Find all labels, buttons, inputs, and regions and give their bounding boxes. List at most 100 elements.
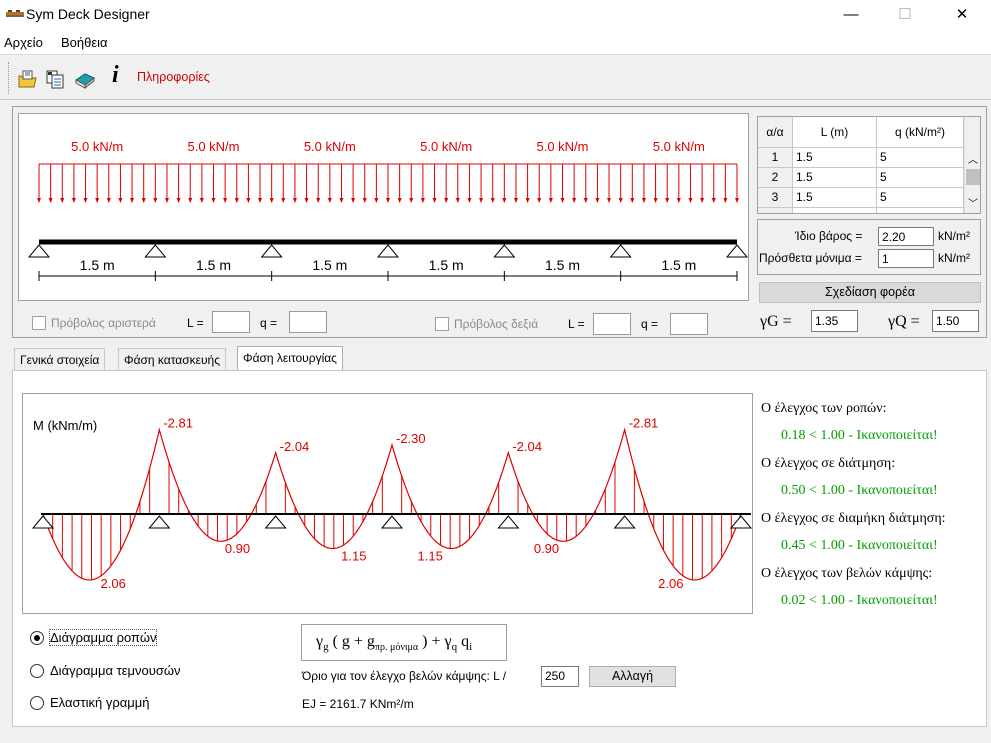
tab-general[interactable]: Γενικά στοιχεία [14,348,106,372]
load-arrowhead [641,198,646,203]
load-arrowhead [188,198,193,203]
load-arrowhead [234,198,239,203]
table-cell-length[interactable]: 1.5 [793,148,877,168]
load-arrowhead [397,198,402,203]
formula-close: ) + γ [422,633,452,650]
load-arrowhead [269,198,274,203]
shear-diagram-radio[interactable] [30,664,44,678]
support-icon [609,244,632,258]
right-cantilever-q-input[interactable] [670,313,708,335]
load-arrowhead [362,198,367,203]
support-icon [613,515,636,529]
load-arrowhead [386,198,390,203]
scroll-up-icon[interactable]: ︿ [968,151,978,166]
load-arrowhead [537,198,542,203]
right-cantilever-checkbox[interactable] [435,317,449,331]
dead-load-unit: kN/m² [938,251,970,265]
load-arrowhead [327,198,332,203]
span-table[interactable]: α/α L (m) q (kN/m²) 1 1.5 5 2 1.5 5 3 1.… [757,116,981,214]
load-arrowhead [153,198,158,203]
left-cantilever-q-input[interactable] [289,311,327,333]
info-label[interactable]: Πληροφορίες [137,70,210,84]
formula-sub-i: i [469,641,473,654]
load-arrowhead [513,198,518,203]
support-moment-label: -2.81 [163,416,193,431]
check-result: 0.50 < 1.00 - Ικανοποιείται! [781,483,938,498]
left-cantilever-L-input[interactable] [212,311,250,333]
moment-axis-label: M (kNm/m) [33,418,98,433]
load-arrowhead [444,198,449,203]
table-cell-length[interactable]: 1.5 [793,168,877,188]
shear-diagram-option-label[interactable]: Διάγραμμα τεμνουσών [50,663,181,678]
menu-file[interactable]: Αρχείο [4,35,43,50]
right-cantilever-q-label: q = [641,317,659,331]
table-cell-load[interactable]: 5 [877,188,964,208]
dead-load-input[interactable]: 1 [878,249,934,268]
right-cantilever-L-label: L = [568,317,585,331]
draw-structure-button[interactable]: Σχεδίαση φορέα [759,282,981,303]
save-table-icon[interactable] [44,68,66,90]
load-arrowhead [316,198,321,203]
table-row-partial [758,208,793,213]
close-button[interactable]: ✕ [939,0,985,30]
maximize-button[interactable]: ☐ [882,0,928,30]
support-icon [376,244,400,258]
span-length-label: 1.5 m [196,257,231,273]
load-arrowhead [607,198,612,203]
deflection-limit-input[interactable]: 250 [541,666,579,687]
table-cell-load[interactable]: 5 [877,148,964,168]
gamma-g-label: γG = [760,313,792,330]
span-moment-label: 2.06 [101,576,126,591]
load-arrowhead [164,198,169,203]
left-cantilever-checkbox[interactable] [32,316,46,330]
load-arrowhead [83,198,88,203]
elastic-line-radio[interactable] [30,696,44,710]
menu-help[interactable]: Βοήθεια [61,35,108,50]
span-length-label: 1.5 m [661,257,696,273]
elastic-line-option-label[interactable]: Ελαστική γραμμή [50,695,150,710]
check-label: Ο έλεγχος σε διάτμηση: [761,456,896,471]
formula-qi: q [461,633,470,650]
load-label: 5.0 kN/m [653,139,705,154]
load-arrowhead [106,198,111,203]
table-cell-load[interactable]: 5 [877,168,964,188]
load-arrowhead [258,198,263,203]
load-arrowhead [548,198,553,203]
load-arrowhead [304,198,309,203]
span-moment-label: 1.15 [341,549,366,564]
load-arrowhead [339,198,344,203]
support-moment-label: -2.30 [396,431,426,446]
minimize-button[interactable]: — [828,0,874,30]
formula-sub-perm: πρ. μόνιμα [374,642,419,654]
table-row-partial [793,208,877,213]
open-file-icon[interactable] [16,68,38,90]
table-header-load: q (kN/m²) [877,117,964,148]
info-icon[interactable]: i [112,62,119,89]
moment-diagram-option-label[interactable]: Διάγραμμα ροπών [48,629,158,646]
load-arrowhead [595,198,600,203]
right-cantilever-L-input[interactable] [593,313,631,335]
table-scrollbar[interactable]: ︿ ﹀ [964,117,980,213]
tab-service-phase[interactable]: Φάση λειτουργίας [237,346,343,372]
tab-construction-phase[interactable]: Φάση κατασκευής [118,348,226,372]
load-arrowhead [223,198,228,203]
self-weight-input[interactable]: 2.20 [878,227,934,246]
book-icon[interactable] [74,68,96,90]
load-arrowhead [490,198,495,203]
menu-bar: Αρχείο Βοήθεια [0,30,991,55]
support-moment-label: -2.81 [629,416,659,431]
moment-diagram: -2.81 -2.04 -2.30 -2.04 -2.81 2.06 0.90 1.15 1.1… [22,393,753,614]
gamma-q-input[interactable]: 1.50 [932,310,979,332]
moment-diagram-radio[interactable] [30,631,44,645]
span-moment-label: 2.06 [658,576,683,591]
span-moment-label: 1.15 [418,549,443,564]
toolbar-grip [8,62,11,94]
change-button[interactable]: Αλλαγή [589,666,676,687]
table-cell-length[interactable]: 1.5 [793,188,877,208]
scroll-down-icon[interactable]: ﹀ [968,195,978,210]
support-icon [144,244,167,258]
gamma-g-input[interactable]: 1.35 [811,310,858,332]
scroll-thumb[interactable] [966,169,980,185]
load-combination-formula: γg ( g + gπρ. μόνιμα ) + γq qi [301,624,507,661]
load-arrowhead [665,198,670,203]
